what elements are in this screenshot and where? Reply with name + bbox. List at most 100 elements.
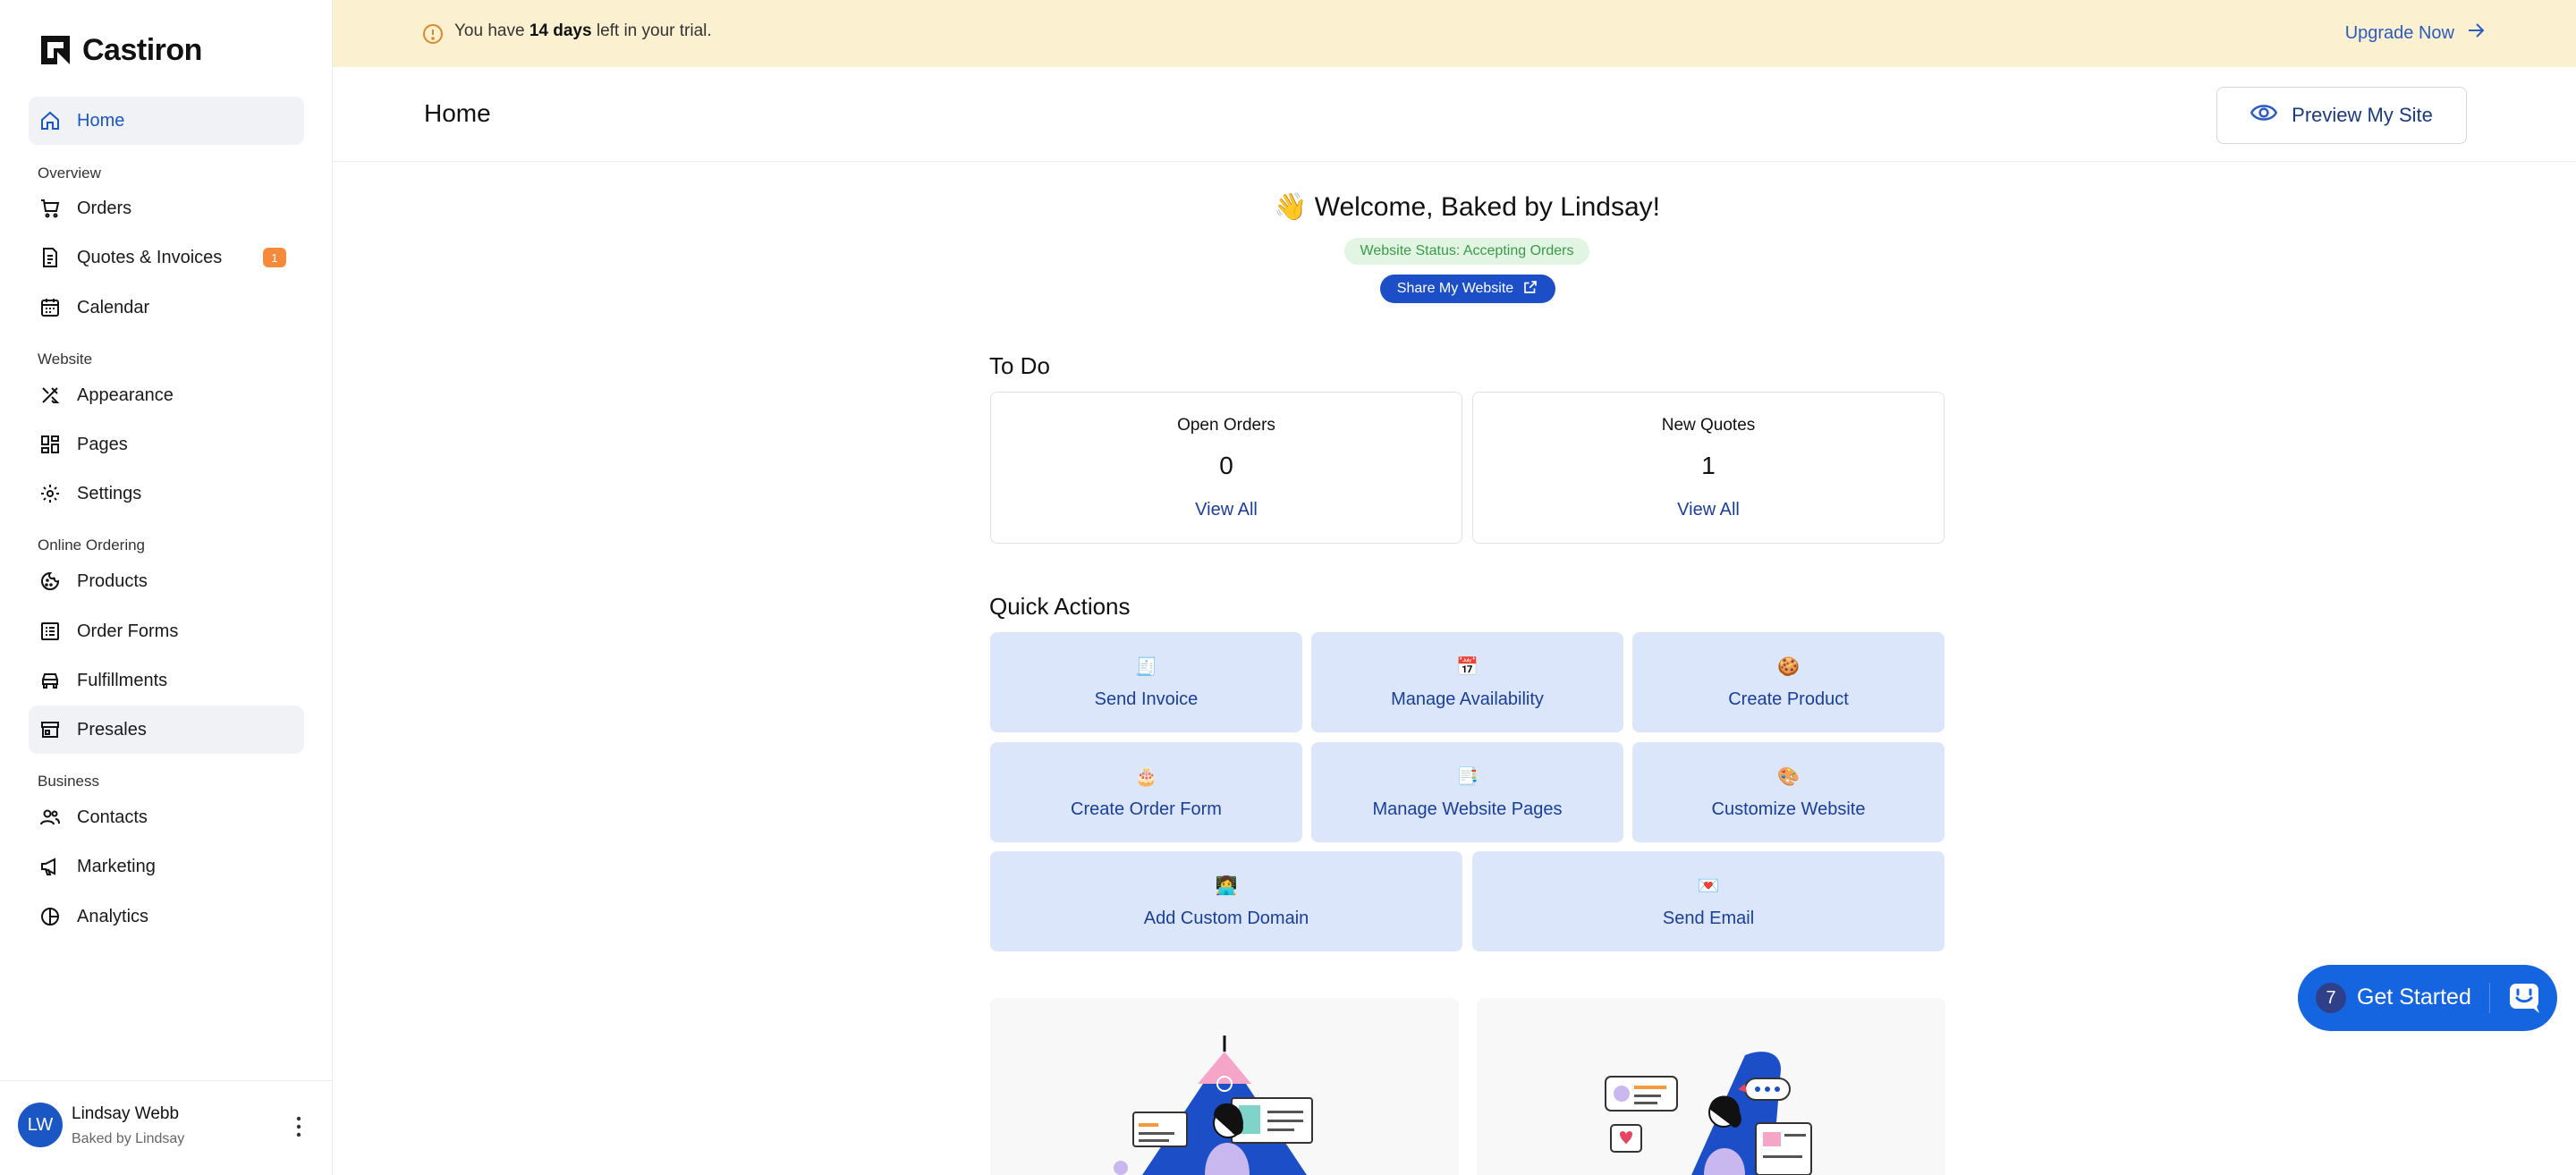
section-label-overview: Overview <box>38 165 101 182</box>
action-label: Create Order Form <box>1071 799 1222 819</box>
pages-icon: 📑 <box>1456 767 1479 787</box>
page-title: Home <box>424 99 491 127</box>
get-started-label: Get Started <box>2357 985 2471 1010</box>
arrow-right-icon <box>2465 20 2487 46</box>
send-invoice-button[interactable]: 🧾 Send Invoice <box>990 632 1302 732</box>
manage-availability-button[interactable]: 📅 Manage Availability <box>1311 632 1623 732</box>
sidebar-item-label: Pages <box>77 434 128 454</box>
castiron-logo-icon <box>39 34 72 66</box>
marketing-illustration <box>1605 1052 1812 1175</box>
palette-icon: 🎨 <box>1777 767 1800 787</box>
card-label: Open Orders <box>1177 416 1275 435</box>
sidebar-item-appearance[interactable]: Appearance <box>29 371 304 419</box>
upgrade-now-link[interactable]: Upgrade Now <box>2345 20 2487 46</box>
gear-icon <box>39 483 61 504</box>
sidebar-item-label: Marketing <box>77 856 156 876</box>
grid-icon <box>39 434 61 455</box>
trial-message: You have 14 days left in your trial. <box>454 21 712 40</box>
sidebar-item-pages[interactable]: Pages <box>29 420 304 469</box>
new-quotes-card: New Quotes 1 View All <box>1472 392 1945 544</box>
users-icon <box>39 807 61 828</box>
app-logo[interactable]: Castiron <box>39 32 202 68</box>
sidebar-item-quotes-invoices[interactable]: Quotes & Invoices 1 <box>29 233 304 282</box>
pie-chart-icon <box>39 906 61 927</box>
cookie-icon <box>39 571 61 592</box>
sidebar-item-marketing[interactable]: Marketing <box>29 842 304 891</box>
welcome-text: Welcome, Baked by Lindsay! <box>1314 192 1660 222</box>
preview-label: Preview My Site <box>2292 104 2433 126</box>
add-custom-domain-button[interactable]: 👩‍💻 Add Custom Domain <box>990 851 1462 951</box>
sidebar-item-calendar[interactable]: Calendar <box>29 283 304 332</box>
sidebar-item-label: Quotes & Invoices <box>77 247 223 267</box>
send-email-button[interactable]: 💌 Send Email <box>1472 851 1945 951</box>
eye-icon <box>2250 99 2278 131</box>
sidebar-item-contacts[interactable]: Contacts <box>29 793 304 841</box>
calendar-icon: 📅 <box>1456 657 1479 677</box>
sidebar-item-label: Settings <box>77 483 142 503</box>
calendar-icon <box>39 297 61 318</box>
receipt-icon: 🧾 <box>1135 657 1157 677</box>
share-label: Share My Website <box>1396 281 1514 296</box>
sidebar-item-label: Orders <box>77 198 132 218</box>
share-my-website-button[interactable]: Share My Website <box>1380 275 1555 303</box>
sidebar-item-label: Order Forms <box>77 621 179 641</box>
user-name: Lindsay Webb <box>72 1104 180 1123</box>
sidebar-item-products[interactable]: Products <box>29 557 304 605</box>
sidebar-item-settings[interactable]: Settings <box>29 469 304 518</box>
todo-title: To Do <box>989 352 1050 379</box>
section-label-online-ordering: Online Ordering <box>38 537 146 554</box>
website-illustration <box>1114 1036 1313 1175</box>
action-label: Customize Website <box>1711 799 1866 819</box>
avatar: LW <box>18 1103 63 1147</box>
design-tools-icon <box>39 385 61 406</box>
divider <box>2489 983 2490 1013</box>
create-product-button[interactable]: 🍪 Create Product <box>1632 632 1945 732</box>
sidebar-item-label: Fulfillments <box>77 670 168 690</box>
more-options-icon[interactable] <box>290 1113 308 1140</box>
trial-banner: You have 14 days left in your trial. Upg… <box>333 0 2576 67</box>
illustration-card-website <box>990 998 1459 1175</box>
quotes-count-badge: 1 <box>263 248 286 267</box>
customize-website-button[interactable]: 🎨 Customize Website <box>1632 742 1945 842</box>
page-header: Home Preview My Site <box>333 67 2576 162</box>
technologist-icon: 👩‍💻 <box>1215 876 1238 896</box>
upgrade-label: Upgrade Now <box>2344 22 2454 43</box>
view-all-link[interactable]: View All <box>1473 500 1944 520</box>
section-label-business: Business <box>38 773 99 790</box>
car-icon <box>39 670 61 691</box>
sidebar-item-fulfillments[interactable]: Fulfillments <box>29 656 304 705</box>
user-profile[interactable]: LW Lindsay Webb Baked by Lindsay <box>0 1080 333 1175</box>
action-label: Manage Website Pages <box>1372 799 1563 819</box>
manage-website-pages-button[interactable]: 📑 Manage Website Pages <box>1311 742 1623 842</box>
sidebar-item-home[interactable]: Home <box>29 97 304 145</box>
status-badge: Website Status: Accepting Orders <box>1344 238 1589 265</box>
sidebar-item-analytics[interactable]: Analytics <box>29 892 304 941</box>
home-icon <box>39 110 61 131</box>
sidebar-item-presales[interactable]: Presales <box>29 706 304 754</box>
action-label: Manage Availability <box>1391 689 1544 709</box>
sidebar-item-orders[interactable]: Orders <box>29 184 304 232</box>
action-label: Create Product <box>1728 689 1849 709</box>
cake-icon: 🎂 <box>1135 767 1157 787</box>
card-label: New Quotes <box>1661 416 1756 435</box>
get-started-button[interactable]: 7 Get Started <box>2298 965 2557 1031</box>
sidebar-item-label: Appearance <box>77 385 174 405</box>
sidebar-item-label: Calendar <box>77 297 150 317</box>
sidebar-item-order-forms[interactable]: Order Forms <box>29 607 304 655</box>
illustration-card-marketing <box>1477 998 1945 1175</box>
sidebar-item-label: Analytics <box>77 906 149 926</box>
welcome-heading: 👋 Welcome, Baked by Lindsay! <box>989 191 1945 223</box>
cart-icon <box>39 198 61 219</box>
app-name: Castiron <box>82 32 202 67</box>
preview-my-site-button[interactable]: Preview My Site <box>2216 87 2467 144</box>
view-all-link[interactable]: View All <box>991 500 1462 520</box>
action-label: Send Invoice <box>1094 689 1199 709</box>
sidebar-item-label: Presales <box>77 719 147 740</box>
sidebar-item-label: Products <box>77 571 148 591</box>
create-order-form-button[interactable]: 🎂 Create Order Form <box>990 742 1302 842</box>
steps-count-badge: 7 <box>2316 983 2346 1013</box>
cookie-icon: 🍪 <box>1777 657 1800 677</box>
love-letter-icon: 💌 <box>1697 876 1720 896</box>
chat-support-icon[interactable] <box>2507 979 2545 1017</box>
card-count: 0 <box>1219 452 1233 479</box>
